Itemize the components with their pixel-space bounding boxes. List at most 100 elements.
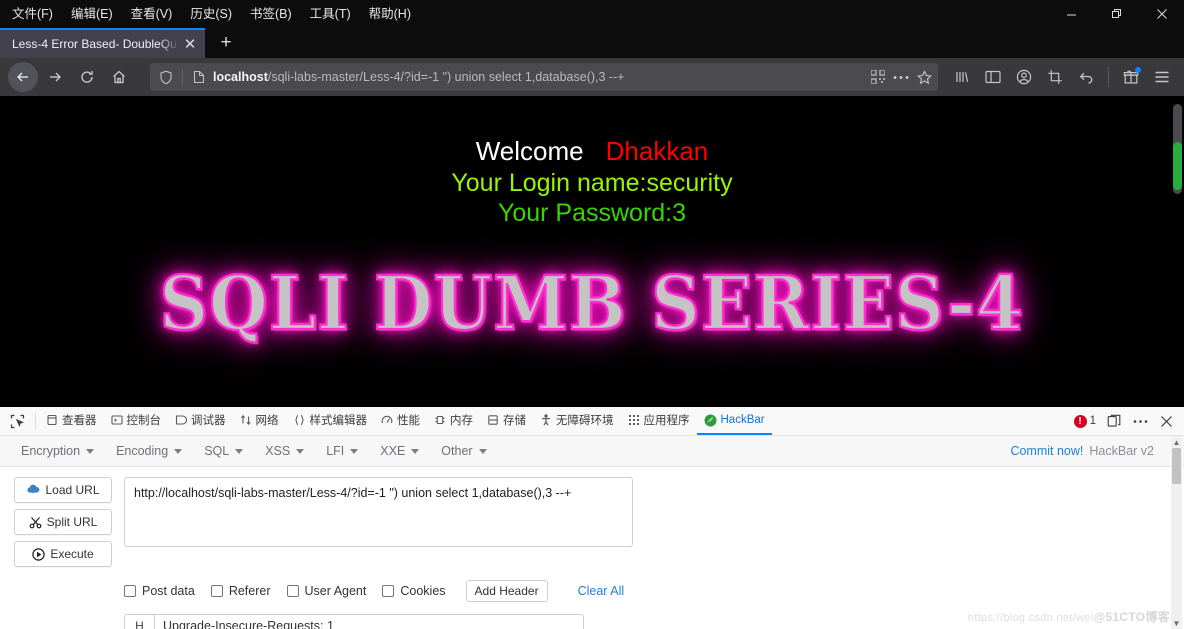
qr-code-icon[interactable] — [871, 70, 885, 84]
dock-icon[interactable] — [1102, 409, 1126, 433]
menu-history[interactable]: 历史(S) — [188, 0, 234, 28]
close-button[interactable] — [1139, 0, 1184, 28]
tab-accessibility[interactable]: 无障碍环境 — [533, 407, 621, 435]
tab-debugger[interactable]: 调试器 — [168, 407, 233, 435]
menu-view[interactable]: 查看(V) — [129, 0, 175, 28]
add-header-button[interactable]: Add Header — [465, 580, 548, 602]
header-value-field[interactable]: Upgrade-Insecure-Requests: 1 — [154, 614, 584, 629]
tab-storage-label: 存储 — [503, 415, 526, 427]
scroll-up-arrow-icon[interactable]: ▲ — [1171, 436, 1182, 448]
undo-arrow-icon[interactable] — [1072, 63, 1100, 91]
user-agent-checkbox[interactable] — [286, 585, 299, 597]
tab-network-label: 网络 — [255, 415, 279, 427]
tab-style-editor-label: 样式编辑器 — [309, 415, 368, 427]
tab-application[interactable]: 应用程序 — [621, 407, 697, 435]
sidebar-icon[interactable] — [979, 63, 1007, 91]
tab-performance[interactable]: 性能 — [374, 407, 427, 435]
browser-tab-active[interactable]: Less-4 Error Based- DoubleQuot ✕ — [0, 28, 205, 58]
tab-network[interactable]: 网络 — [233, 407, 286, 435]
load-url-button[interactable]: Load URL — [14, 477, 112, 503]
referer-checkbox[interactable] — [210, 585, 223, 597]
post-data-checkbox[interactable] — [124, 585, 136, 597]
tab-console[interactable]: 控制台 — [104, 407, 169, 435]
account-icon[interactable] — [1010, 63, 1038, 91]
forward-button[interactable] — [40, 62, 70, 92]
commit-now-link[interactable]: Commit now! — [1010, 444, 1083, 458]
sqli-dumb-series-banner: SQLI DUMB SERIES-4 — [159, 258, 1025, 348]
hackbar-panel: Encryption Encoding SQL XSS LFI XXE Othe… — [0, 436, 1184, 629]
hackbar-menu-other[interactable]: Other — [432, 441, 495, 461]
hackbar-menu-lfi[interactable]: LFI — [317, 441, 367, 461]
scroll-down-arrow-icon[interactable]: ▼ — [1171, 617, 1182, 629]
tab-memory-label: 内存 — [450, 415, 473, 427]
tab-hackbar[interactable]: HackBar — [696, 407, 772, 435]
close-devtools-icon[interactable] — [1154, 409, 1178, 433]
minimize-button[interactable] — [1049, 0, 1094, 28]
banner-wrap: SQLI DUMB SERIES-4 — [0, 258, 1184, 348]
page-icon[interactable] — [189, 70, 209, 84]
hackbar-menu-xss-label: XSS — [265, 444, 291, 458]
menu-bar: 文件(F) 编辑(E) 查看(V) 历史(S) 书签(B) 工具(T) 帮助(H… — [10, 0, 413, 28]
welcome-text: Welcome — [475, 136, 584, 166]
clear-all-link[interactable]: Clear All — [578, 584, 625, 598]
tab-application-label: 应用程序 — [643, 415, 690, 427]
restore-button[interactable] — [1094, 0, 1139, 28]
url-text[interactable]: localhost/sqli-labs-master/Less-4/?id=-1… — [213, 70, 861, 84]
tab-performance-label: 性能 — [397, 415, 420, 427]
library-icon[interactable] — [948, 63, 976, 91]
cookies-option[interactable]: Cookies — [382, 584, 446, 598]
page-content: Welcome Dhakkan Your Login name:security … — [0, 96, 1184, 407]
menu-tools[interactable]: 工具(T) — [308, 0, 353, 28]
tab-inspector[interactable]: 查看器 — [39, 407, 104, 435]
screenshot-crop-icon[interactable] — [1041, 63, 1069, 91]
devtools-menu-icon[interactable] — [1128, 409, 1152, 433]
hackbar-menu-encryption[interactable]: Encryption — [12, 441, 103, 461]
shield-icon[interactable] — [156, 70, 176, 85]
split-url-button[interactable]: Split URL — [14, 509, 112, 535]
hackbar-menu-encoding[interactable]: Encoding — [107, 441, 191, 461]
page-scrollbar-thumb[interactable] — [1173, 142, 1182, 190]
hackbar-menu-sql[interactable]: SQL — [195, 441, 252, 461]
error-icon: ! — [1073, 414, 1087, 428]
execute-button[interactable]: Execute — [14, 541, 112, 567]
tab-storage[interactable]: 存储 — [480, 407, 533, 435]
split-url-label: Split URL — [46, 515, 98, 529]
menu-edit[interactable]: 编辑(E) — [69, 0, 115, 28]
password-text: Your Password:3 — [497, 199, 687, 228]
tab-memory[interactable]: 内存 — [427, 407, 480, 435]
element-picker-icon[interactable] — [2, 407, 32, 435]
page-scrollbar[interactable] — [1173, 104, 1182, 194]
hackbar-scrollbar[interactable]: ▲ ▼ — [1171, 436, 1182, 629]
performance-icon — [381, 414, 393, 426]
hackbar-menu-xss[interactable]: XSS — [256, 441, 313, 461]
page-actions-icon[interactable] — [893, 75, 909, 80]
hackbar-menu-xxe[interactable]: XXE — [371, 441, 428, 461]
home-button[interactable] — [104, 62, 134, 92]
cookies-checkbox[interactable] — [382, 585, 395, 597]
referer-label: Referer — [228, 584, 271, 598]
tab-title: Less-4 Error Based- DoubleQuot — [12, 37, 179, 51]
new-tab-button[interactable]: + — [211, 28, 241, 58]
url-bar[interactable]: localhost/sqli-labs-master/Less-4/?id=-1… — [150, 63, 938, 91]
menu-bookmarks[interactable]: 书签(B) — [248, 0, 294, 28]
hackbar-body: Load URL Split URL Execute http://localh… — [0, 467, 1184, 629]
close-icon[interactable]: ✕ — [179, 33, 201, 55]
user-agent-option[interactable]: User Agent — [286, 584, 366, 598]
user-name-text: Dhakkan — [605, 136, 709, 166]
error-badge[interactable]: ! 1 — [1073, 414, 1096, 428]
reload-button[interactable] — [72, 62, 102, 92]
menu-file[interactable]: 文件(F) — [10, 0, 55, 28]
tab-style-editor[interactable]: 样式编辑器 — [286, 407, 375, 435]
referer-option[interactable]: Referer — [210, 584, 271, 598]
hamburger-menu-icon[interactable] — [1148, 63, 1176, 91]
hackbar-scrollbar-thumb[interactable] — [1172, 448, 1181, 484]
watermark-url: https://blog.csdn.net/wei — [967, 612, 1094, 624]
header-key-field[interactable]: H — [124, 614, 154, 629]
menu-help[interactable]: 帮助(H) — [367, 0, 413, 28]
post-data-option[interactable]: Post data — [124, 584, 195, 598]
hackbar-menubar-right: Commit now! HackBar v2 — [1010, 444, 1172, 458]
back-button[interactable] — [8, 62, 38, 92]
url-textarea[interactable] — [124, 477, 633, 547]
gift-icon[interactable] — [1117, 63, 1145, 91]
bookmark-star-icon[interactable] — [917, 69, 932, 85]
